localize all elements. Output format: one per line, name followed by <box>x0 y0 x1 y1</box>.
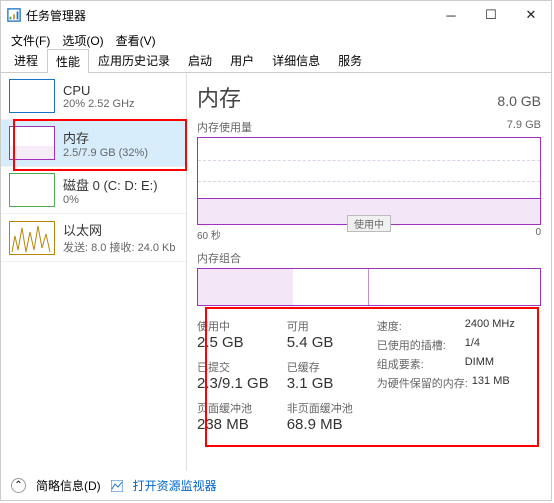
stat-slots: 已使用的插槽:1/4 <box>377 337 515 353</box>
sidebar: CPU 20% 2.52 GHz 内存 2.5/7.9 GB (32%) 磁盘 … <box>1 73 187 471</box>
app-icon <box>7 8 21 22</box>
composition-label: 内存组合 <box>197 250 541 266</box>
memory-sub: 2.5/7.9 GB (32%) <box>63 147 148 159</box>
menu-file[interactable]: 文件(F) <box>7 31 54 50</box>
tab-processes[interactable]: 进程 <box>5 48 47 72</box>
sidebar-item-cpu[interactable]: CPU 20% 2.52 GHz <box>1 73 186 120</box>
cpu-label: CPU <box>63 83 135 98</box>
usage-label: 内存使用量 <box>197 119 252 135</box>
tab-startup[interactable]: 启动 <box>179 48 221 72</box>
memory-composition-graph <box>197 268 541 306</box>
ethernet-sub: 发送: 8.0 接收: 24.0 Kb <box>63 239 176 255</box>
close-button[interactable]: ✕ <box>511 1 551 29</box>
cpu-mini-graph <box>9 79 55 113</box>
menu-options[interactable]: 选项(O) <box>58 31 107 50</box>
tab-performance[interactable]: 性能 <box>47 49 89 73</box>
footer: ⌃ 简略信息(D) 打开资源监视器 <box>11 477 217 494</box>
stat-cached: 已缓存 3.1 GB <box>287 359 353 392</box>
tab-services[interactable]: 服务 <box>329 48 371 72</box>
disk-label: 磁盘 0 (C: D: E:) <box>63 175 158 194</box>
sidebar-item-memory[interactable]: 内存 2.5/7.9 GB (32%) <box>1 120 186 167</box>
disk-sub: 0% <box>63 194 158 206</box>
tab-users[interactable]: 用户 <box>221 48 263 72</box>
stat-paged: 页面缓冲池 238 MB <box>197 400 269 433</box>
main-total: 8.0 GB <box>497 93 541 109</box>
main-panel: 内存 8.0 GB 内存使用量 7.9 GB 使用中 60 秒 0 内存组合 <box>187 73 551 471</box>
disk-mini-graph <box>9 173 55 207</box>
stats-area: 使用中 2.5 GB 已提交 2.3/9.1 GB 页面缓冲池 238 MB 可… <box>197 318 541 433</box>
memory-label: 内存 <box>63 128 148 147</box>
maximize-button[interactable]: ☐ <box>471 1 511 29</box>
stat-committed: 已提交 2.3/9.1 GB <box>197 359 269 392</box>
minimize-button[interactable]: ─ <box>431 1 471 29</box>
menu-view[interactable]: 查看(V) <box>112 31 160 50</box>
memory-mini-graph <box>9 126 55 160</box>
stat-available: 可用 5.4 GB <box>287 318 353 351</box>
axis-left: 60 秒 <box>197 227 221 242</box>
usage-badge: 使用中 <box>347 215 391 232</box>
resource-monitor-icon <box>111 480 123 492</box>
tab-details[interactable]: 详细信息 <box>263 48 329 72</box>
stat-speed: 速度:2400 MHz <box>377 318 515 334</box>
chevron-up-icon[interactable]: ⌃ <box>11 478 26 493</box>
main-title: 内存 <box>197 81 241 113</box>
window-title: 任务管理器 <box>26 7 431 24</box>
stat-in-use: 使用中 2.5 GB <box>197 318 269 351</box>
usage-max: 7.9 GB <box>507 119 541 135</box>
resource-monitor-link[interactable]: 打开资源监视器 <box>133 477 217 494</box>
stat-nonpaged: 非页面缓冲池 68.9 MB <box>287 400 353 433</box>
stat-form: 组成要素:DIMM <box>377 356 515 372</box>
tab-bar: 进程 性能 应用历史记录 启动 用户 详细信息 服务 <box>1 51 551 73</box>
memory-usage-graph: 使用中 <box>197 137 541 225</box>
titlebar: 任务管理器 ─ ☐ ✕ <box>1 1 551 29</box>
ethernet-mini-graph <box>9 221 55 255</box>
brief-info-button[interactable]: 简略信息(D) <box>36 477 101 494</box>
axis-right: 0 <box>535 227 541 242</box>
ethernet-label: 以太网 <box>63 220 176 239</box>
stat-reserved: 为硬件保留的内存:131 MB <box>377 375 515 391</box>
tab-app-history[interactable]: 应用历史记录 <box>89 48 179 72</box>
sidebar-item-ethernet[interactable]: 以太网 发送: 8.0 接收: 24.0 Kb <box>1 214 186 262</box>
cpu-sub: 20% 2.52 GHz <box>63 98 135 110</box>
sidebar-item-disk[interactable]: 磁盘 0 (C: D: E:) 0% <box>1 167 186 214</box>
